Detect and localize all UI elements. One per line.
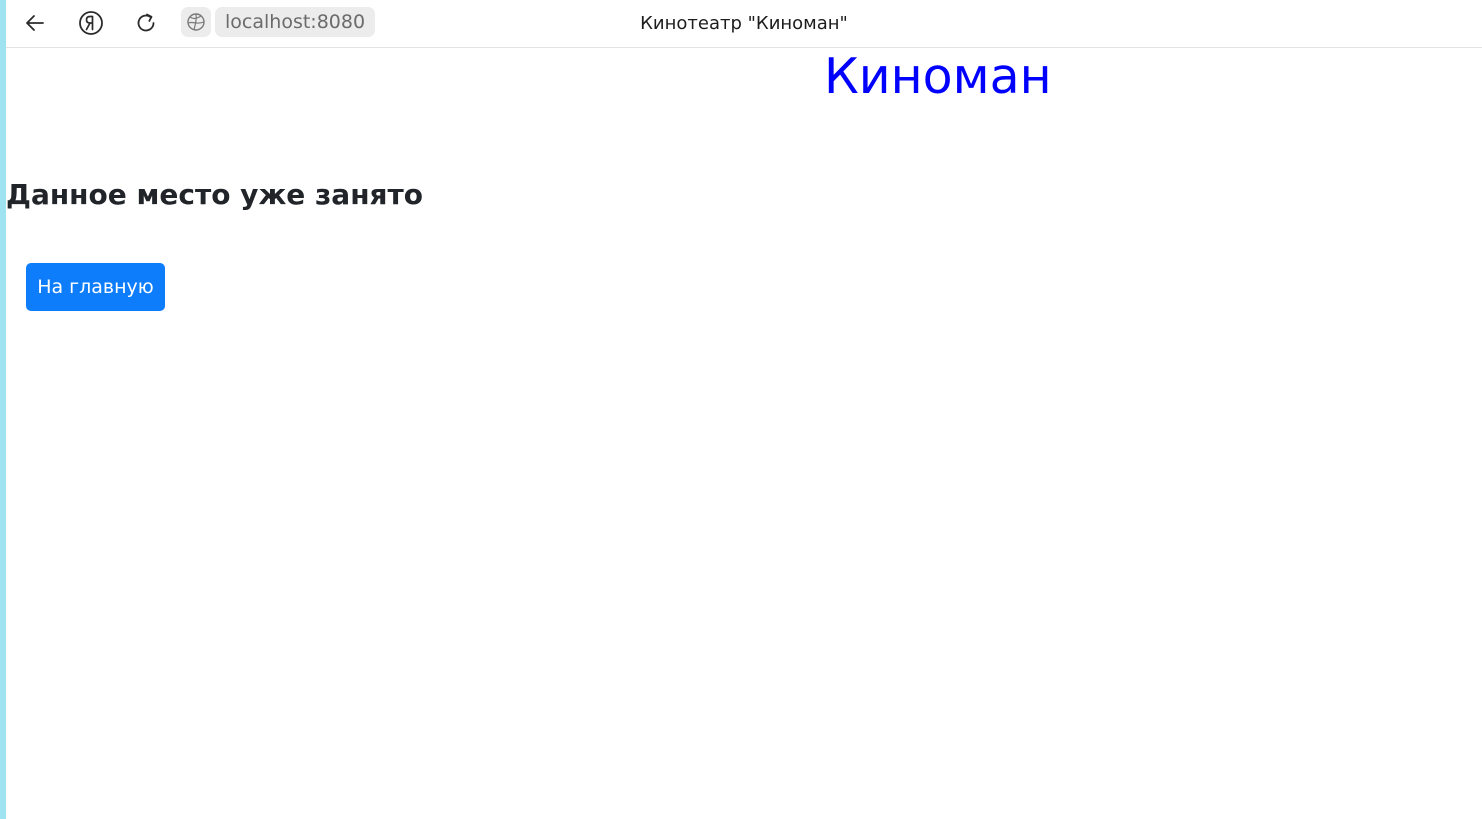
browser-toolbar: Кинотеатр "Киноман" localhost:8080 [6,0,1482,48]
address-bar[interactable]: localhost:8080 [215,7,376,37]
yandex-logo-icon [79,11,103,35]
window-edge [0,0,6,819]
globe-icon [187,13,205,31]
browser-window: Кинотеатр "Киноман" localhost:8080 Кином… [0,0,1482,819]
site-info-button[interactable] [181,7,211,37]
yandex-button[interactable] [74,6,108,40]
arrow-left-icon [26,15,44,31]
reload-icon [137,13,155,32]
seat-taken-message: Данное место уже занято [6,178,423,211]
back-button[interactable] [18,6,52,40]
home-button[interactable]: На главную [26,263,165,311]
site-logo-title: Киноман [824,48,1052,105]
reload-button[interactable] [129,6,163,40]
